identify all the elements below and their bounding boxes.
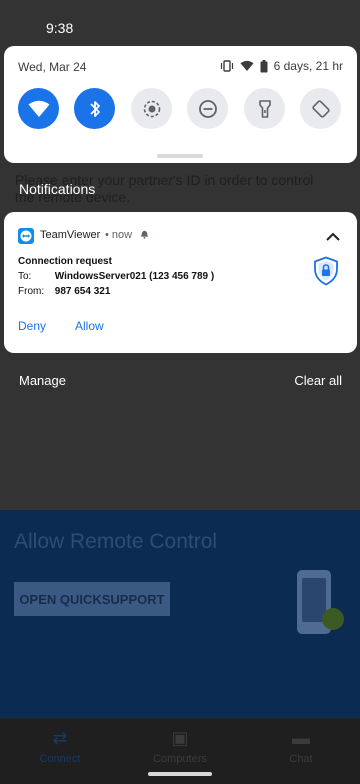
clear-all-button[interactable]: Clear all — [294, 373, 342, 388]
teamviewer-notification[interactable]: TeamViewer • now Connection request To: … — [4, 212, 357, 353]
from-value: 987 654 321 — [54, 286, 111, 297]
panel-drag-handle[interactable] — [157, 154, 203, 158]
notification-app-name: TeamViewer — [40, 229, 101, 241]
open-quicksupport-button[interactable]: OPEN QUICKSUPPORT — [14, 582, 170, 616]
to-value: WindowsServer021 (123 456 789 ) — [54, 271, 215, 282]
notifications-header: Notifications — [19, 181, 96, 197]
wifi-signal-icon — [240, 60, 254, 71]
nav-connect[interactable]: ⇄ Connect — [15, 727, 105, 765]
screen-record-tile[interactable] — [131, 88, 172, 129]
auto-rotate-tile[interactable] — [300, 88, 341, 129]
flashlight-icon — [258, 99, 271, 118]
home-indicator[interactable] — [148, 772, 212, 776]
chevron-up-icon[interactable] — [323, 227, 343, 247]
bluetooth-tile[interactable] — [74, 88, 115, 129]
bluetooth-icon — [89, 100, 100, 117]
nav-chat[interactable]: ▬ Chat — [256, 727, 346, 765]
nav-computers-label: Computers — [153, 753, 207, 765]
bell-icon — [140, 230, 149, 239]
screen-record-icon — [143, 100, 160, 117]
chat-icon: ▬ — [292, 728, 310, 748]
deny-button[interactable]: Deny — [18, 319, 46, 333]
shield-lock-icon — [314, 256, 338, 286]
arrows-icon: ⇄ — [52, 728, 68, 748]
teamviewer-logo-icon — [18, 228, 34, 244]
wifi-tile[interactable] — [18, 88, 59, 129]
from-label: From: — [18, 286, 45, 297]
battery-text: 6 days, 21 hr — [273, 59, 343, 73]
manage-button[interactable]: Manage — [19, 373, 66, 388]
do-not-disturb-icon — [198, 99, 217, 118]
notification-title: Connection request — [18, 256, 112, 267]
contacts-icon: ▣ — [171, 728, 189, 748]
check-badge-icon — [322, 608, 344, 630]
remote-control-heading: Allow Remote Control — [14, 530, 218, 553]
nav-chat-label: Chat — [289, 753, 313, 765]
vibrate-icon — [220, 60, 233, 72]
quick-settings-panel: Wed, Mar 24 6 days, 21 hr — [4, 46, 357, 163]
notification-time: • now — [105, 229, 133, 241]
auto-rotate-icon — [311, 99, 330, 118]
date-text[interactable]: Wed, Mar 24 — [18, 60, 86, 74]
from-row: From: 987 654 321 — [18, 286, 110, 297]
flashlight-tile[interactable] — [244, 88, 285, 129]
status-time: 9:38 — [46, 20, 74, 36]
battery-icon — [260, 59, 268, 72]
status-icons: 6 days, 21 hr — [220, 59, 343, 73]
to-row: To: WindowsServer021 (123 456 789 ) — [18, 271, 214, 282]
do-not-disturb-tile[interactable] — [187, 88, 228, 129]
nav-computers[interactable]: ▣ Computers — [135, 727, 225, 765]
allow-button[interactable]: Allow — [75, 319, 104, 333]
to-label: To: — [18, 271, 32, 282]
wifi-icon — [28, 100, 49, 117]
nav-connect-label: Connect — [39, 753, 81, 765]
